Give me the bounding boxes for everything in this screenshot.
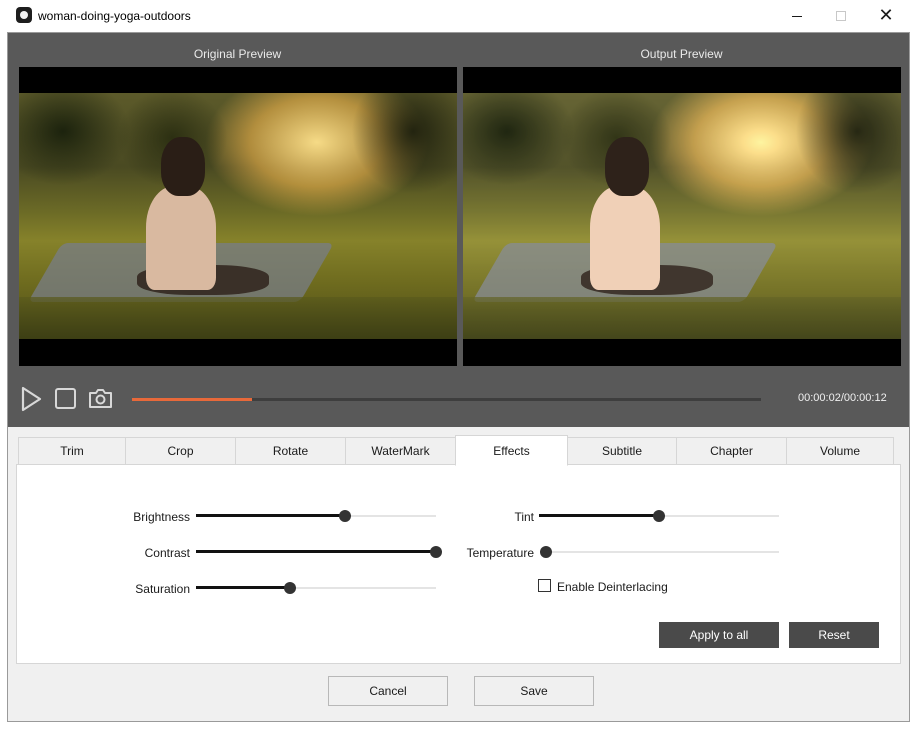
tint-slider[interactable] <box>539 510 779 522</box>
apply-to-all-button[interactable]: Apply to all <box>659 622 779 648</box>
window-title: woman-doing-yoga-outdoors <box>38 9 191 23</box>
app-logo-icon <box>16 7 32 23</box>
close-icon: ✕ <box>878 5 894 26</box>
deinterlace-checkbox[interactable] <box>538 579 551 592</box>
tab-effects[interactable]: Effects <box>455 435 568 466</box>
maximize-icon <box>836 11 846 21</box>
tab-rotate[interactable]: Rotate <box>235 437 346 465</box>
output-preview-video <box>463 67 901 366</box>
minimize-icon <box>792 15 802 17</box>
saturation-slider-thumb[interactable] <box>283 582 296 594</box>
contrast-slider[interactable] <box>196 546 442 558</box>
tint-label: Tint <box>514 510 534 524</box>
maximize-button[interactable] <box>818 0 864 32</box>
progress-fill <box>132 398 252 401</box>
close-button[interactable]: ✕ <box>863 0 909 32</box>
minimize-button[interactable] <box>774 0 820 32</box>
editor-window: Original Preview Output Preview 00:00:02… <box>7 32 910 722</box>
saturation-label: Saturation <box>135 582 190 596</box>
cancel-button[interactable]: Cancel <box>328 676 448 706</box>
temperature-label: Temperature <box>466 546 534 560</box>
tab-crop[interactable]: Crop <box>125 437 236 465</box>
output-preview-label: Output Preview <box>640 47 723 61</box>
reset-button[interactable]: Reset <box>789 622 879 648</box>
brightness-slider[interactable] <box>196 510 436 522</box>
tab-trim[interactable]: Trim <box>18 437 126 465</box>
title-bar: woman-doing-yoga-outdoors ✕ <box>0 0 917 32</box>
play-icon[interactable] <box>20 386 42 412</box>
time-display: 00:00:02/00:00:12 <box>798 392 887 404</box>
progress-bar[interactable] <box>132 398 761 401</box>
stop-icon[interactable] <box>55 388 76 409</box>
tab-volume[interactable]: Volume <box>786 437 894 465</box>
tab-bar: Trim Crop Rotate WaterMark Effects Subti… <box>18 435 894 466</box>
saturation-slider[interactable] <box>196 582 436 594</box>
temperature-slider-thumb[interactable] <box>540 546 552 558</box>
original-preview-video <box>19 67 457 366</box>
original-preview-label: Original Preview <box>193 47 282 61</box>
brightness-label: Brightness <box>133 510 190 524</box>
deinterlace-label: Enable Deinterlacing <box>557 580 668 594</box>
camera-icon[interactable] <box>88 387 113 409</box>
tab-watermark[interactable]: WaterMark <box>345 437 456 465</box>
temperature-slider[interactable] <box>540 546 779 558</box>
tab-chapter[interactable]: Chapter <box>676 437 787 465</box>
contrast-label: Contrast <box>144 546 190 560</box>
save-button[interactable]: Save <box>474 676 594 706</box>
tab-subtitle[interactable]: Subtitle <box>567 437 677 465</box>
preview-area: Original Preview Output Preview 00:00:02… <box>8 33 909 427</box>
tint-slider-thumb[interactable] <box>653 510 665 522</box>
brightness-slider-thumb[interactable] <box>338 510 351 522</box>
